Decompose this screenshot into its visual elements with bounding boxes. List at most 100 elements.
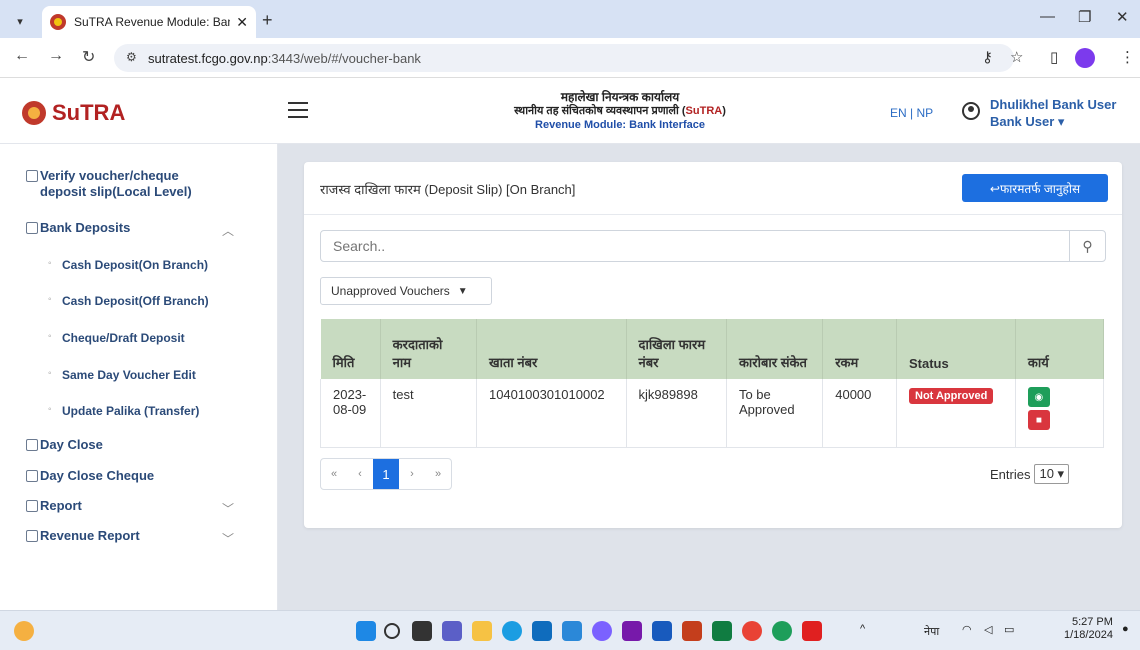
col-txn-code: कारोबार संकेत <box>726 319 824 379</box>
back-icon[interactable]: ← <box>14 47 30 65</box>
sidebar-item-day-close[interactable]: Day Close <box>26 437 103 452</box>
app-header: SuTRA महालेखा नियन्त्रक कार्यालय स्थानीय… <box>0 78 1140 144</box>
messenger-icon[interactable] <box>592 621 612 641</box>
edge-icon[interactable] <box>502 621 522 641</box>
calendar-icon <box>26 439 38 451</box>
col-status: Status <box>896 319 1016 379</box>
delete-button[interactable]: ■ <box>1027 410 1050 430</box>
chrome-icon[interactable] <box>742 621 762 641</box>
sidebar-item-same-day-voucher-edit[interactable]: Same Day Voucher Edit <box>48 368 196 382</box>
card-title: राजस्व दाखिला फारम (Deposit Slip) [On Br… <box>320 182 576 197</box>
sidebar-item-verify-voucher[interactable]: Verify voucher/cheque deposit slip(Local… <box>26 168 192 200</box>
user-icon[interactable] <box>962 102 980 120</box>
browser-menu-icon[interactable]: ⋮ <box>1120 48 1135 66</box>
document-icon <box>26 170 38 182</box>
calendar-icon <box>26 470 38 482</box>
side-panel-icon[interactable]: ▯ <box>1050 48 1058 66</box>
voucher-filter-select[interactable]: Unapproved Vouchers ▼ <box>320 277 492 305</box>
clock[interactable]: 5:27 PM 1/18/2024 <box>1064 616 1113 642</box>
next-page-button[interactable]: › <box>399 459 425 489</box>
menu-toggle-icon[interactable] <box>288 102 308 118</box>
cell-taxpayer: test <box>380 379 477 448</box>
cell-account: 1040100301010002 <box>476 379 627 448</box>
tray-chevron-icon[interactable]: ^ <box>860 623 865 635</box>
chevron-up-icon[interactable]: ︿ <box>222 222 234 239</box>
chat-icon[interactable] <box>442 621 462 641</box>
word-icon[interactable] <box>652 621 672 641</box>
go-to-form-button[interactable]: ↩फारमतर्फ जानुहोस <box>962 174 1108 202</box>
reload-icon[interactable]: ↻ <box>82 47 95 67</box>
browser-tab[interactable]: SuTRA Revenue Module: Bank I ✕ <box>42 6 256 38</box>
task-view-icon[interactable] <box>412 621 432 641</box>
user-menu[interactable]: Dhulikhel Bank User Bank User ▾ <box>990 96 1116 130</box>
table-row: 2023-08-09 test 1040100301010002 kjk9898… <box>320 379 1105 448</box>
weather-icon[interactable] <box>14 621 34 641</box>
app-icon[interactable] <box>562 621 582 641</box>
chevron-down-icon[interactable]: ﹀ <box>222 530 234 547</box>
file-icon <box>26 530 38 542</box>
site-info-icon[interactable]: ⚙ <box>126 50 137 64</box>
minimize-icon[interactable]: — <box>1040 8 1055 25</box>
close-tab-icon[interactable]: ✕ <box>236 14 248 31</box>
notification-icon[interactable]: ● <box>1122 623 1129 635</box>
chevron-down-icon[interactable]: ﹀ <box>222 500 234 517</box>
youtube-icon[interactable] <box>802 621 822 641</box>
search-input[interactable] <box>321 231 1069 261</box>
search-box: ⚲ <box>320 230 1106 262</box>
store-icon[interactable] <box>532 621 552 641</box>
close-window-icon[interactable]: ✕ <box>1116 8 1129 26</box>
entries-control: Entries 10 ▾ <box>990 464 1070 484</box>
voucher-table: मिति करदाताको नाम खाता नंबर दाखिला फारम … <box>320 319 1105 448</box>
col-account: खाता नंबर <box>476 319 627 379</box>
col-action: कार्य <box>1015 319 1105 379</box>
first-page-button[interactable]: « <box>321 459 347 489</box>
search-icon[interactable]: ⚲ <box>1069 231 1105 261</box>
sidebar-item-bank-deposits[interactable]: Bank Deposits <box>26 220 130 235</box>
bookmark-star-icon[interactable]: ☆ <box>1010 48 1023 66</box>
password-key-icon[interactable]: ⚷ <box>982 48 993 66</box>
profile-avatar[interactable] <box>1075 48 1095 68</box>
col-amount: रकम <box>822 319 897 379</box>
tab-search-icon[interactable]: ▾ <box>8 10 32 32</box>
skype-icon[interactable] <box>772 621 792 641</box>
sidebar-item-report[interactable]: Report <box>26 498 82 513</box>
new-tab-icon[interactable]: + <box>262 10 273 31</box>
url-host: sutratest.fcgo.gov.np <box>148 50 268 66</box>
wifi-icon[interactable]: ◠ <box>962 623 972 636</box>
start-icon[interactable] <box>356 621 376 641</box>
pagination: « ‹ 1 › » <box>320 458 452 490</box>
tab-title: SuTRA Revenue Module: Bank I <box>74 15 231 29</box>
sidebar-item-cheque-draft-deposit[interactable]: Cheque/Draft Deposit <box>48 331 185 345</box>
battery-icon[interactable]: ▭ <box>1004 623 1014 636</box>
powerpoint-icon[interactable] <box>682 621 702 641</box>
sidebar-item-day-close-cheque[interactable]: Day Close Cheque <box>26 468 154 483</box>
col-form-no: दाखिला फारम नंबर <box>626 319 727 379</box>
view-button[interactable]: ◉ <box>1027 387 1050 407</box>
volume-icon[interactable]: ◁ <box>984 623 992 636</box>
user-role: Bank User ▾ <box>990 114 1065 129</box>
filter-value: Unapproved Vouchers <box>331 284 450 298</box>
onenote-icon[interactable] <box>622 621 642 641</box>
entries-select[interactable]: 10 ▾ <box>1034 464 1070 484</box>
sidebar-item-revenue-report[interactable]: Revenue Report <box>26 528 140 543</box>
cell-date: 2023-08-09 <box>320 379 381 448</box>
sidebar-item-cash-deposit-on-branch[interactable]: Cash Deposit(On Branch) <box>48 258 208 272</box>
language-switch[interactable]: EN | NP <box>890 106 933 120</box>
table-header-row: मिति करदाताको नाम खाता नंबर दाखिला फारम … <box>320 319 1105 379</box>
language-indicator[interactable]: नेपा <box>924 624 939 639</box>
forward-icon[interactable]: → <box>48 47 64 65</box>
file-explorer-icon[interactable] <box>472 621 492 641</box>
url-field[interactable]: ⚙ sutratest.fcgo.gov.np:3443/web/#/vouch… <box>114 44 1014 72</box>
sidebar-item-update-palika[interactable]: Update Palika (Transfer) <box>48 404 199 418</box>
prev-page-button[interactable]: ‹ <box>347 459 373 489</box>
search-icon[interactable] <box>384 623 400 639</box>
last-page-button[interactable]: » <box>425 459 451 489</box>
excel-icon[interactable] <box>712 621 732 641</box>
date: 1/18/2024 <box>1064 629 1113 641</box>
app-logo[interactable]: SuTRA <box>22 100 125 126</box>
title-line2: स्थानीय तह संचितकोष व्यवस्थापन प्रणाली (… <box>514 105 726 117</box>
restore-icon[interactable]: ❐ <box>1078 8 1091 26</box>
sidebar-item-cash-deposit-off-branch[interactable]: Cash Deposit(Off Branch) <box>48 294 209 308</box>
title-line3: Revenue Module: Bank Interface <box>535 119 705 131</box>
page-1-button[interactable]: 1 <box>373 459 399 489</box>
